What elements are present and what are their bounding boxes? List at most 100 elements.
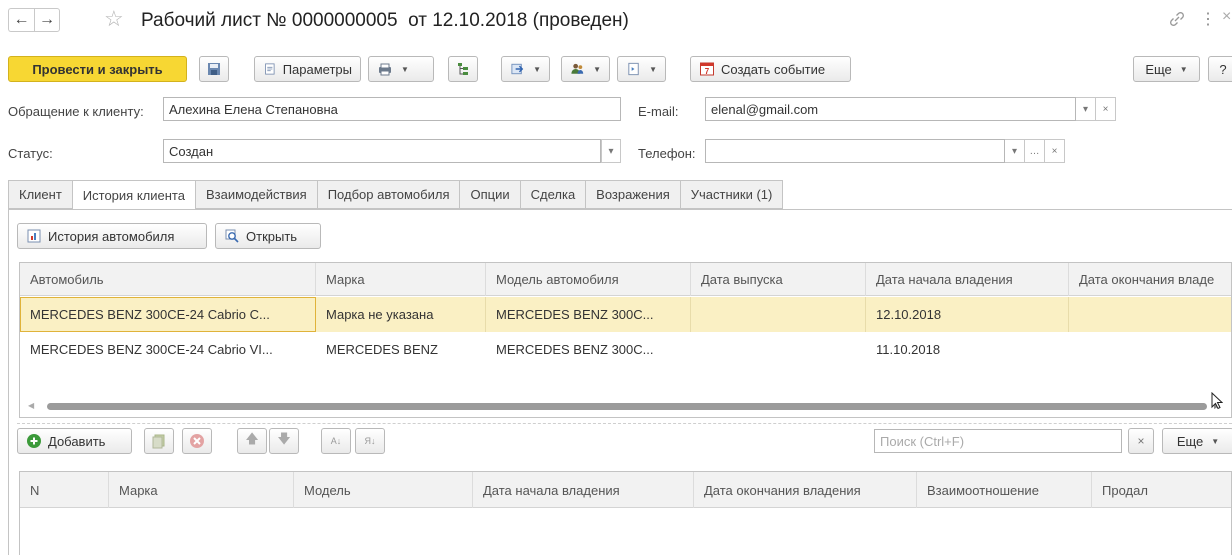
post-and-close-button[interactable]: Провести и закрыть	[8, 56, 187, 82]
users-button[interactable]: ▼	[561, 56, 610, 82]
chevron-down-icon: ▾	[608, 145, 614, 157]
more-button[interactable]: Еще ▼	[1133, 56, 1200, 82]
phone-clear-button[interactable]: ×	[1045, 139, 1065, 163]
table-cell: MERCEDES BENZ	[326, 342, 438, 357]
table-cell: 11.10.2018	[876, 342, 941, 357]
move-down-button[interactable]: 🡇	[269, 428, 299, 454]
table-cell: MERCEDES BENZ 300CE-24 Cabrio VI...	[30, 342, 273, 357]
arrow-left-icon: ←	[13, 11, 30, 28]
copy-button[interactable]	[144, 428, 174, 454]
save-button[interactable]	[199, 56, 229, 82]
horizontal-scrollbar[interactable]	[47, 403, 1207, 410]
client-field[interactable]: Алехина Елена Степановна	[163, 97, 621, 121]
users-icon	[571, 63, 584, 74]
car-history-table[interactable]: Автомобиль Марка Модель автомобиля Дата …	[19, 262, 1232, 418]
add-button[interactable]: Добавить	[17, 428, 132, 454]
column-header[interactable]: Марка	[316, 263, 486, 296]
table-row[interactable]: MERCEDES BENZ 300CE-24 Cabrio C... Марка…	[20, 297, 1231, 332]
phone-select-button[interactable]: …	[1025, 139, 1045, 163]
report-button[interactable]: ▼	[617, 56, 666, 82]
help-button[interactable]: ?	[1208, 56, 1232, 82]
chevron-down-icon: ▼	[401, 64, 409, 74]
chevron-down-icon: ▼	[1179, 64, 1188, 74]
column-header[interactable]: Дата начала владения	[866, 263, 1069, 296]
column-header[interactable]: Модель автомобиля	[486, 263, 691, 296]
chevron-down-icon: ▼	[533, 64, 541, 74]
column-header[interactable]: Дата окончания владения	[694, 472, 917, 508]
column-header[interactable]: Автомобиль	[20, 263, 316, 296]
tab-objections[interactable]: Возражения	[585, 180, 680, 209]
column-header[interactable]: Дата окончания владе	[1069, 263, 1231, 296]
client-label: Обращение к клиенту:	[8, 104, 144, 119]
nav-back-button[interactable]: ←	[8, 8, 34, 32]
column-header[interactable]: Продал	[1092, 472, 1231, 508]
print-button[interactable]: ▼	[368, 56, 434, 82]
column-header[interactable]: Марка	[109, 472, 294, 508]
structure-button[interactable]	[448, 56, 478, 82]
ownership-table[interactable]: N Марка Модель Дата начала владения Дата…	[19, 471, 1232, 555]
status-select[interactable]: Создан	[163, 139, 601, 163]
chevron-down-icon: ▼	[1211, 436, 1220, 446]
clear-icon: ×	[1051, 145, 1058, 157]
tab-deal[interactable]: Сделка	[519, 180, 586, 209]
table-cell	[1069, 332, 1231, 367]
tab-panel-left-border	[8, 209, 9, 555]
floppy-disk-icon	[208, 63, 220, 75]
open-button[interactable]: Открыть	[215, 223, 321, 249]
tab-client[interactable]: Клиент	[8, 180, 72, 209]
tab-client-history[interactable]: История клиента	[71, 180, 195, 210]
sort-asc-button[interactable]: A↓	[321, 428, 351, 454]
svg-text:7: 7	[705, 67, 710, 76]
ownership-more-button[interactable]: Еще ▼	[1162, 428, 1232, 454]
create-event-button[interactable]: 7 Создать событие	[690, 56, 851, 82]
sort-ascending-icon: A↓	[330, 436, 342, 446]
email-clear-button[interactable]: ×	[1096, 97, 1116, 121]
tab-participants[interactable]: Участники (1)	[679, 180, 784, 209]
link-icon[interactable]	[1168, 10, 1186, 28]
email-dropdown-button[interactable]: ▾	[1076, 97, 1096, 121]
clear-icon: ×	[1137, 434, 1145, 448]
table-cell	[1069, 297, 1231, 332]
status-dropdown-button[interactable]: ▾	[601, 139, 621, 163]
tab-car-selection[interactable]: Подбор автомобиля	[316, 180, 460, 209]
favorite-star-icon[interactable]: ☆	[104, 6, 124, 32]
close-icon[interactable]: ×	[1222, 8, 1231, 26]
column-header[interactable]: Дата начала владения	[473, 472, 694, 508]
column-header[interactable]: Модель	[294, 472, 473, 508]
move-up-button[interactable]: 🡅	[237, 428, 267, 454]
mouse-cursor-icon	[1211, 391, 1224, 410]
parameters-button[interactable]: Параметры	[254, 56, 361, 82]
document-settings-icon	[265, 63, 275, 75]
nav-forward-button[interactable]: →	[34, 8, 60, 32]
column-header[interactable]: Взаимоотношение	[917, 472, 1092, 508]
chevron-down-icon: ▼	[649, 64, 657, 74]
delete-button[interactable]	[182, 428, 212, 454]
chevron-down-icon: ▼	[593, 64, 601, 74]
table-cell: MERCEDES BENZ 300CE-24 Cabrio C...	[20, 297, 316, 332]
phone-field[interactable]	[705, 139, 1005, 163]
table-header: Автомобиль Марка Модель автомобиля Дата …	[20, 263, 1231, 296]
fill-button[interactable]: ▼	[501, 56, 550, 82]
tab-interactions[interactable]: Взаимодействия	[194, 180, 317, 209]
table-cell	[691, 297, 866, 332]
phone-dropdown-button[interactable]: ▾	[1005, 139, 1025, 163]
more-vertical-icon[interactable]: ⋮	[1200, 9, 1216, 29]
arrow-right-blue-icon	[511, 63, 524, 75]
email-field[interactable]: elenal@gmail.com	[705, 97, 1076, 121]
scroll-left-arrow[interactable]: ◀	[28, 401, 34, 410]
table-cell: 12.10.2018	[866, 297, 1069, 332]
hierarchy-icon	[458, 63, 468, 75]
column-header[interactable]: Дата выпуска	[691, 263, 866, 296]
car-history-button[interactable]: История автомобиля	[17, 223, 207, 249]
sort-desc-button[interactable]: Я↓	[355, 428, 385, 454]
clear-icon: ×	[1102, 103, 1109, 115]
arrow-up-icon: 🡅	[245, 431, 259, 446]
search-input[interactable]: Поиск (Ctrl+F)	[874, 429, 1122, 453]
panel-divider	[17, 423, 1232, 424]
search-clear-button[interactable]: ×	[1128, 428, 1154, 454]
phone-label: Телефон:	[638, 146, 696, 161]
column-header[interactable]: N	[20, 472, 109, 508]
table-row[interactable]: MERCEDES BENZ 300CE-24 Cabrio VI... MERC…	[20, 332, 1231, 367]
tab-options[interactable]: Опции	[459, 180, 520, 209]
copy-icon	[152, 434, 165, 449]
